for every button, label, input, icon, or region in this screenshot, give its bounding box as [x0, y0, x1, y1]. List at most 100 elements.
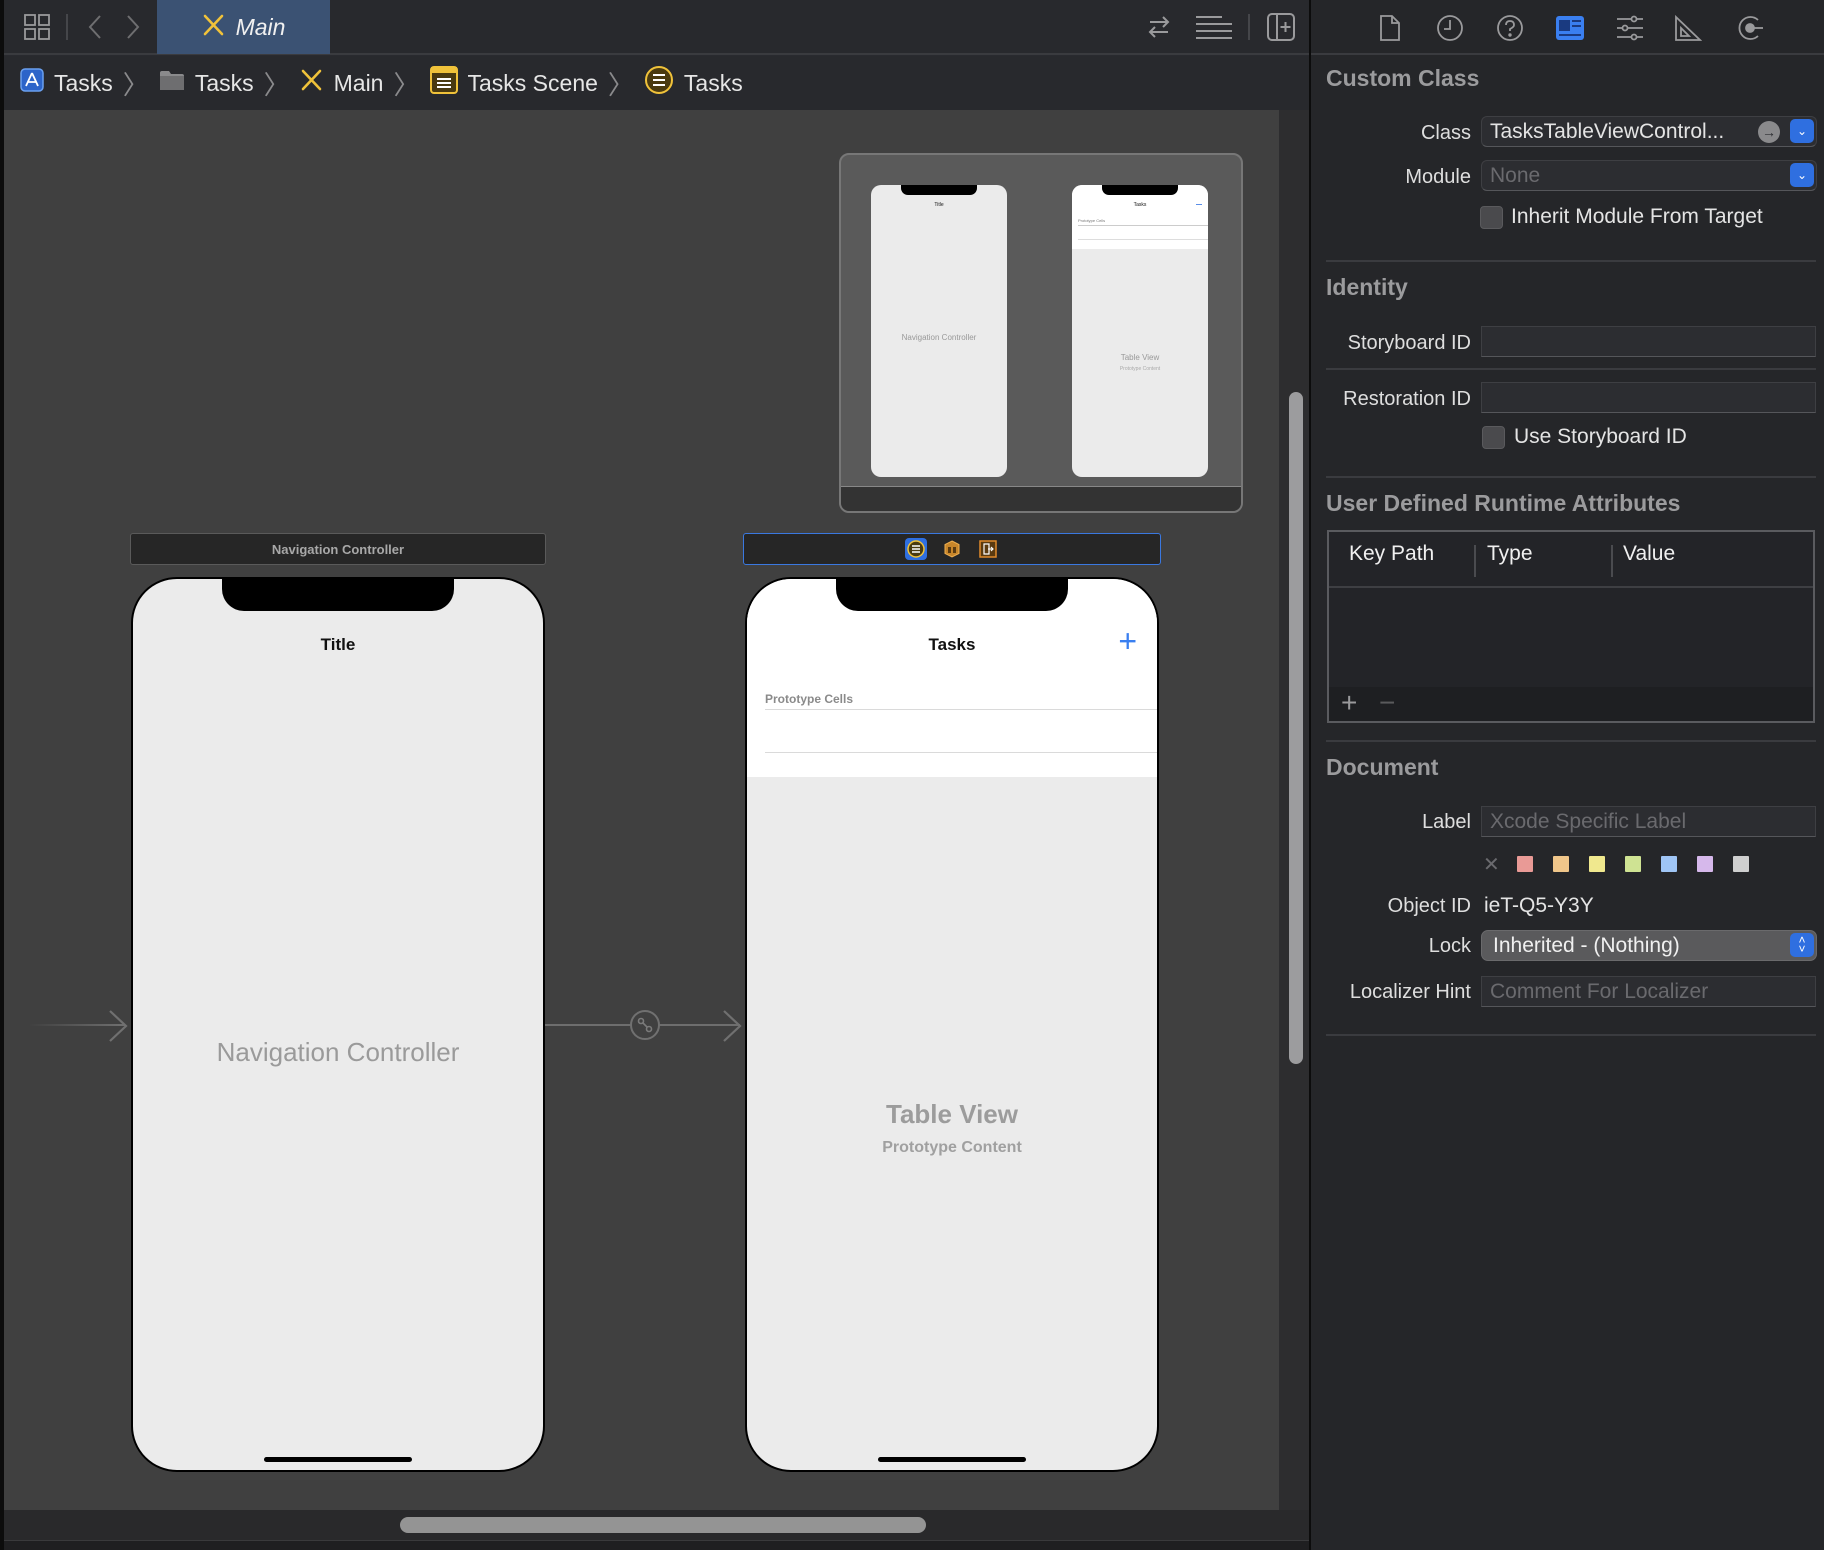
nav-bar-title: Title	[320, 635, 356, 654]
exit-icon[interactable]	[977, 538, 999, 560]
prototype-cell[interactable]	[747, 710, 1157, 752]
section-divider	[1326, 740, 1816, 742]
label-color-swatch[interactable]	[1517, 856, 1533, 872]
class-combobox[interactable]: TasksTableViewControl... → ⌄	[1481, 116, 1817, 147]
history-icon[interactable]	[1435, 13, 1465, 43]
help-icon[interactable]	[1495, 13, 1525, 43]
identity-section-title: Identity	[1326, 274, 1408, 300]
column-separator[interactable]	[1474, 545, 1476, 577]
storyboard-canvas[interactable]: Title Navigation Controller Tasks Protot…	[4, 110, 1279, 1510]
localizer-hint-field[interactable]: Comment For Localizer	[1481, 976, 1816, 1007]
vertical-scrollbar[interactable]	[1279, 110, 1309, 1510]
editor-options-lines-icon[interactable]	[1196, 12, 1232, 42]
column-header-value[interactable]: Value	[1623, 542, 1675, 566]
size-icon[interactable]	[1673, 13, 1703, 43]
minimap-separator	[1078, 239, 1208, 240]
minimap[interactable]: Title Navigation Controller Tasks Protot…	[839, 153, 1243, 513]
section-divider	[1326, 260, 1816, 262]
horizontal-scrollbar[interactable]	[4, 1510, 1309, 1540]
section-divider	[1326, 368, 1816, 370]
class-label: Class	[1420, 122, 1471, 144]
restoration-id-label: Restoration ID	[1343, 388, 1471, 410]
phone-notch	[836, 579, 1068, 611]
column-header-key-path[interactable]: Key Path	[1349, 542, 1434, 566]
restoration-id-field[interactable]	[1481, 382, 1816, 413]
related-items-grid-icon[interactable]	[22, 12, 52, 42]
label-color-swatch[interactable]	[1697, 856, 1713, 872]
lock-popup-button[interactable]: Inherited - (Nothing) ˄ ˅	[1481, 930, 1817, 961]
storyboard-icon	[300, 68, 324, 98]
home-indicator	[264, 1457, 412, 1462]
swap-arrows-icon[interactable]	[1144, 12, 1174, 42]
inherit-module-checkbox[interactable]	[1480, 206, 1503, 229]
minimap-section-header: Prototype Cells	[1078, 218, 1106, 223]
storyboard-id-field[interactable]	[1481, 326, 1816, 357]
minimap-footer	[841, 486, 1241, 511]
breadcrumb-item-controller[interactable]: Tasks	[644, 65, 743, 101]
remove-attribute-button[interactable]: −	[1379, 687, 1395, 719]
module-combobox[interactable]: None ⌄	[1481, 160, 1817, 191]
table-view-sublabel: Prototype Content	[882, 1139, 1022, 1156]
column-separator[interactable]	[1611, 545, 1613, 577]
clear-label-color-icon[interactable]: ✕	[1483, 852, 1500, 877]
section-divider	[1326, 1034, 1816, 1036]
label-color-swatch[interactable]	[1625, 856, 1641, 872]
lock-stepper-chevrons-icon[interactable]: ˄ ˅	[1790, 933, 1814, 957]
use-storyboard-id-label: Use Storyboard ID	[1514, 425, 1687, 448]
label-color-swatch[interactable]	[1733, 856, 1749, 872]
breadcrumb-item-project[interactable]: Tasks	[20, 68, 113, 98]
go-to-class-arrow-icon[interactable]: →	[1758, 121, 1780, 143]
use-storyboard-id-checkbox[interactable]	[1482, 426, 1505, 449]
back-chevron-icon[interactable]	[80, 12, 110, 42]
udra-footer: + −	[1329, 687, 1813, 721]
identity-icon[interactable]	[1555, 13, 1585, 43]
tab-main[interactable]: Main	[157, 0, 330, 54]
table-view-label: Table View	[886, 1099, 1018, 1129]
editor-area: Main Tasks 〉 Tasks 〉 Main 〉 Tasks Scene …	[0, 0, 1309, 1550]
tab-label: Main	[235, 13, 286, 40]
breadcrumb-item-folder[interactable]: Tasks	[159, 69, 254, 97]
scene-header-label: Navigation Controller	[271, 541, 405, 557]
module-dropdown-chevron-icon[interactable]: ⌄	[1790, 163, 1814, 187]
nav-controller-phone[interactable]: Title Navigation Controller	[131, 577, 545, 1472]
table-view-phone[interactable]: Tasks + Prototype Cells Table View Proto…	[745, 577, 1159, 1472]
class-dropdown-chevron-icon[interactable]: ⌄	[1790, 119, 1814, 143]
first-responder-icon[interactable]	[941, 538, 963, 560]
label-color-swatch[interactable]	[1553, 856, 1569, 872]
object-id-value: ieT-Q5-Y3Y	[1484, 894, 1594, 917]
inspector-tabs	[1311, 0, 1824, 55]
nav-scene-header[interactable]: Navigation Controller	[130, 533, 546, 565]
module-placeholder: None	[1490, 164, 1541, 187]
connections-icon[interactable]	[1735, 13, 1765, 43]
toolbar-separator	[66, 14, 68, 40]
custom-class-section-title: Custom Class	[1326, 65, 1480, 91]
file-icon[interactable]	[1375, 13, 1405, 43]
add-attribute-button[interactable]: +	[1341, 687, 1357, 719]
minimap-nav-title: Title	[934, 202, 944, 208]
label-color-swatch[interactable]	[1589, 856, 1605, 872]
label-color-swatch[interactable]	[1661, 856, 1677, 872]
udra-table[interactable]: Key Path Type Value + −	[1327, 530, 1815, 723]
segue-relationship-icon[interactable]	[630, 1010, 660, 1040]
table-scene-header[interactable]	[743, 533, 1161, 565]
storyboard-icon	[202, 13, 226, 42]
breadcrumb-label: Tasks	[54, 69, 113, 96]
attributes-icon[interactable]	[1615, 13, 1645, 43]
add-editor-icon[interactable]	[1266, 12, 1296, 42]
xcode-label-field[interactable]: Xcode Specific Label	[1481, 806, 1816, 837]
localizer-hint-label: Localizer Hint	[1349, 981, 1471, 1003]
column-header-type[interactable]: Type	[1487, 542, 1533, 566]
udra-rows-area[interactable]	[1329, 588, 1813, 688]
breadcrumb-item-storyboard[interactable]: Main	[300, 68, 383, 98]
table-view-controller-icon[interactable]	[905, 538, 927, 560]
horizontal-scrollbar-thumb[interactable]	[400, 1517, 926, 1533]
minimap-table-title: Tasks	[1133, 202, 1147, 208]
add-bar-button[interactable]: +	[1118, 623, 1137, 660]
storyboard-id-label: Storyboard ID	[1347, 332, 1471, 354]
forward-chevron-icon[interactable]	[118, 12, 148, 42]
localizer-hint-placeholder: Comment For Localizer	[1490, 980, 1709, 1003]
minimap-notch	[901, 185, 977, 195]
breadcrumb-item-scene[interactable]: Tasks Scene	[429, 66, 598, 100]
vertical-scrollbar-thumb[interactable]	[1289, 392, 1303, 1064]
cell-separator	[765, 752, 1157, 753]
